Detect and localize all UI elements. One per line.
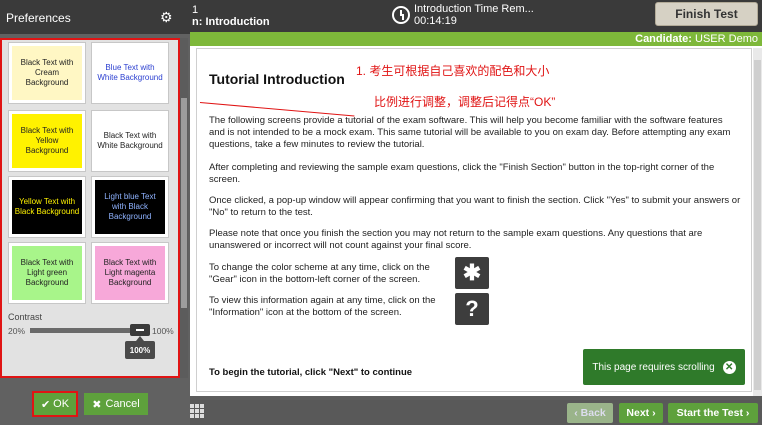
swatch-light-green[interactable]: Black Text with Light green Background xyxy=(8,242,86,304)
chevron-right-icon: › xyxy=(742,407,750,419)
close-icon: ✖ xyxy=(92,398,102,411)
candidate-bar: Candidate: USER Demo xyxy=(190,32,762,46)
contrast-max: 100% xyxy=(152,326,174,336)
ok-button[interactable]: ✔ OK xyxy=(32,391,78,417)
swatch-cream[interactable]: Black Text with Cream Background xyxy=(8,42,86,104)
section-label: n: Introduction xyxy=(192,16,270,28)
swatch-lightblue-black[interactable]: Light blue Text with Black Background xyxy=(91,176,169,238)
swatch-label: Yellow Text with Black Background xyxy=(12,180,82,234)
clock-icon xyxy=(392,6,410,24)
section-indicator: 1 n: Introduction xyxy=(192,4,270,28)
preferences-title: Preferences xyxy=(6,11,71,25)
question-icon: ? xyxy=(455,293,489,325)
gear-icon: ✱ xyxy=(455,257,489,289)
timer: Introduction Time Rem... 00:14:19 xyxy=(392,3,534,27)
page-title: Tutorial Introduction xyxy=(209,71,345,87)
swatch-label: Light blue Text with Black Background xyxy=(95,180,165,234)
preferences-panel: Preferences ⚙ Black Text with Cream Back… xyxy=(0,0,190,425)
finish-paragraph: After completing and reviewing the sampl… xyxy=(209,162,715,185)
section-number: 1 xyxy=(192,4,199,16)
timer-label: Introduction Time Rem... xyxy=(414,3,534,15)
contrast-label: Contrast xyxy=(8,312,43,322)
cancel-button[interactable]: ✖ Cancel xyxy=(84,393,148,415)
contrast-slider-handle[interactable] xyxy=(130,324,150,336)
annotation-line-2: 比例进行调整，调整后记得点“OK” xyxy=(374,95,556,109)
start-label: Start the Test xyxy=(676,407,743,419)
annotation-line-1: 1. 考生可根据自己喜欢的配色和大小 xyxy=(356,64,550,78)
swatch-yellow-black[interactable]: Yellow Text with Black Background xyxy=(8,176,86,238)
check-icon: ✔ xyxy=(40,398,51,411)
back-button[interactable]: ‹ Back xyxy=(567,403,613,423)
swatch-label: Black Text with Yellow Background xyxy=(12,114,82,168)
preferences-scrollbar[interactable] xyxy=(180,38,188,378)
scroll-notice: This page requires scrolling ✕ xyxy=(583,349,745,385)
cancel-label: Cancel xyxy=(105,398,140,410)
swatch-label: Black Text with Cream Background xyxy=(12,46,82,100)
swatch-white[interactable]: Black Text with White Background xyxy=(91,110,169,172)
candidate-label: Candidate: xyxy=(635,33,692,45)
preferences-header: Preferences ⚙ xyxy=(0,0,190,34)
swatch-label: Black Text with White Background xyxy=(95,114,165,168)
next-button[interactable]: Next › xyxy=(619,403,663,423)
intro-paragraph: The following screens provide a tutorial… xyxy=(209,115,731,150)
swatch-light-magenta[interactable]: Black Text with Light magenta Background xyxy=(91,242,169,304)
scroll-notice-text: This page requires scrolling xyxy=(592,361,715,373)
finish-test-button[interactable]: Finish Test xyxy=(655,2,758,26)
swatch-label: Blue Text with White Background xyxy=(95,46,165,100)
begin-instruction: To begin the tutorial, click "Next" to c… xyxy=(209,367,413,378)
chevron-right-icon: › xyxy=(649,407,656,419)
grid-icon[interactable] xyxy=(190,404,204,418)
gear-instruction: To change the color scheme at any time, … xyxy=(209,262,430,285)
ok-label: OK xyxy=(53,398,70,410)
popup-paragraph: Once clicked, a pop-up window will appea… xyxy=(209,195,741,218)
close-icon[interactable]: ✕ xyxy=(722,360,736,374)
start-test-button[interactable]: Start the Test › xyxy=(668,403,758,423)
contrast-value-tooltip: 100% xyxy=(125,336,155,359)
scrollbar-thumb[interactable] xyxy=(181,98,187,308)
next-label: Next xyxy=(626,407,650,419)
gear-icon[interactable]: ⚙ xyxy=(160,9,173,26)
back-label: Back xyxy=(580,407,606,419)
main-scrollbar[interactable] xyxy=(753,48,762,396)
swatch-yellow[interactable]: Black Text with Yellow Background xyxy=(8,110,86,172)
swatch-label: Black Text with Light green Background xyxy=(12,246,82,300)
timer-value: 00:14:19 xyxy=(414,15,457,27)
contrast-min: 20% xyxy=(8,326,26,336)
swatch-blue-white[interactable]: Blue Text with White Background xyxy=(91,42,169,104)
note-paragraph: Please note that once you finish the sec… xyxy=(209,228,703,251)
swatch-label: Black Text with Light magenta Background xyxy=(95,246,165,300)
candidate-name: USER Demo xyxy=(695,33,758,45)
info-instruction: To view this information again at any ti… xyxy=(209,295,436,318)
scrollbar-thumb[interactable] xyxy=(754,60,761,390)
contrast-slider-fill xyxy=(30,328,140,333)
